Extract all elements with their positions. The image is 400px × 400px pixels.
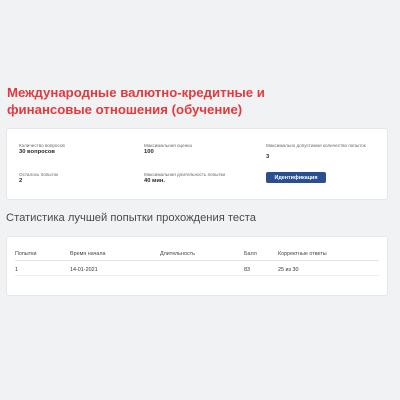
table-cell-start-time: 14-01-2021 (70, 267, 98, 273)
header-divider (15, 260, 379, 261)
table-cell-attempt: 1 (15, 267, 18, 273)
questions-count-value: 30 вопросов (19, 149, 55, 155)
remaining-attempts-value: 2 (19, 178, 23, 184)
column-header-start-time: Время начала (70, 251, 106, 257)
max-duration-value: 40 мин. (144, 178, 166, 184)
identification-button[interactable]: Идентификация (266, 172, 326, 183)
column-header-duration: Длительность (160, 251, 195, 257)
max-score-value: 100 (144, 149, 154, 155)
stats-section-title: Статистика лучшей попытки прохождения те… (6, 212, 256, 224)
table-cell-score: 83 (244, 267, 250, 273)
column-header-score: Балл (244, 251, 257, 257)
page-title: Международные валютно-кредитные и финанс… (7, 85, 265, 117)
max-duration-label: Максимальная длительность попытки (144, 172, 226, 177)
questions-count-label: Количество вопросов (19, 143, 65, 148)
max-attempts-label: Максимально допустимое количество попыто… (266, 143, 366, 148)
test-info-card: Количество вопросов 30 вопросов Максимал… (6, 128, 388, 200)
column-header-attempts: Попытки (15, 251, 37, 257)
column-header-correct-answers: Корректные ответы (278, 251, 327, 257)
remaining-attempts-label: Осталось попыток (19, 172, 59, 177)
max-attempts-value: 3 (266, 154, 270, 160)
stats-table: Попытки Время начала Длительность Балл К… (6, 236, 388, 296)
max-score-label: Максимальная оценка (144, 143, 192, 148)
table-cell-correct-answers: 25 из 30 (278, 267, 299, 273)
row-divider (15, 275, 379, 276)
